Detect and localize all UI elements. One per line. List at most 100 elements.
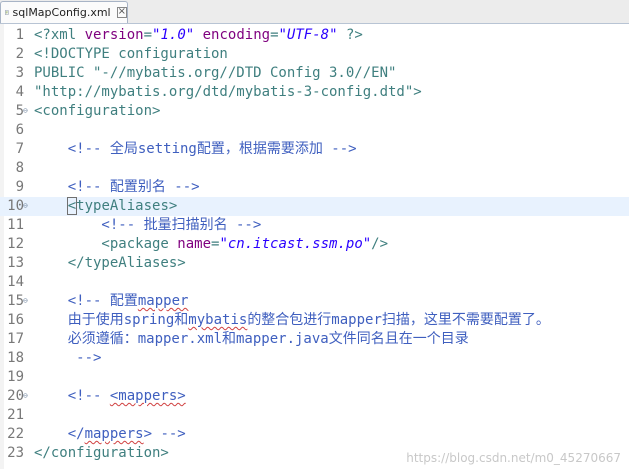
code-token: <mappers> bbox=[109, 388, 186, 404]
line-number: 19 bbox=[7, 369, 24, 385]
code-token: 的整合包进行mapper扫描，这里不需要配置了。 bbox=[247, 312, 550, 328]
code-token: </configuration> bbox=[34, 445, 169, 461]
code-line[interactable]: 12 <package name="cn.itcast.ssm.po"/> bbox=[0, 235, 629, 254]
code-line[interactable]: 4 "http://mybatis.org/dtd/mybatis-3-confi… bbox=[0, 83, 629, 102]
code-line[interactable]: 17 必须遵循：mapper.xml和mapper.java文件同名且在一个目录 bbox=[0, 330, 629, 349]
code-text: 必须遵循：mapper.xml和mapper.java文件同名且在一个目录 bbox=[34, 330, 469, 349]
code-line[interactable]: 10 ⊖ <typeAliases> bbox=[0, 197, 629, 216]
code-token: > --> bbox=[143, 426, 186, 442]
code-line[interactable]: 13 </typeAliases> bbox=[0, 254, 629, 273]
code-token: < bbox=[66, 197, 78, 215]
line-number: 10 bbox=[7, 198, 24, 214]
code-token: </ bbox=[34, 426, 85, 442]
code-text: <!-- <mappers> bbox=[34, 387, 186, 406]
code-token: encoding bbox=[202, 27, 271, 43]
code-token: /> bbox=[371, 236, 389, 252]
fold-toggle-icon[interactable]: ⊖ bbox=[23, 392, 31, 400]
code-line[interactable]: 8 bbox=[0, 159, 629, 178]
code-token: --> bbox=[34, 350, 102, 366]
code-line[interactable]: 14 bbox=[0, 273, 629, 292]
code-text: <package name="cn.itcast.ssm.po"/> bbox=[34, 235, 388, 254]
tab-sqlmapconfig[interactable]: sqlMapConfig.xml × bbox=[0, 1, 128, 23]
code-text: <typeAliases> bbox=[34, 197, 177, 216]
line-number: 4 bbox=[15, 84, 24, 100]
code-token: <!-- 全局setting配置，根据需要添加 --> bbox=[34, 141, 357, 157]
code-token: mapper bbox=[137, 293, 189, 309]
code-token: "http://mybatis.org/dtd/mybatis-3-config… bbox=[34, 84, 422, 100]
code-token: <configuration> bbox=[34, 103, 161, 119]
code-text: </typeAliases> bbox=[34, 254, 186, 273]
line-number: 16 bbox=[7, 312, 24, 328]
code-line[interactable]: 3 PUBLIC "-//mybatis.org//DTD Config 3.0/… bbox=[0, 64, 629, 83]
line-number: 18 bbox=[7, 350, 24, 366]
code-token: <package bbox=[34, 236, 178, 252]
line-number: 9 bbox=[15, 179, 24, 195]
code-text: <!DOCTYPE configuration bbox=[34, 45, 228, 64]
code-editor[interactable]: 1 <?xml version="1.0" encoding="UTF-8" ?>… bbox=[0, 24, 629, 469]
code-line[interactable]: 7 <!-- 全局setting配置，根据需要添加 --> bbox=[0, 140, 629, 159]
code-token: name bbox=[177, 236, 212, 252]
code-text: <!-- 全局setting配置，根据需要添加 --> bbox=[34, 140, 357, 159]
code-line[interactable]: 6 bbox=[0, 121, 629, 140]
xml-file-icon bbox=[5, 10, 9, 15]
close-icon[interactable]: × bbox=[116, 7, 127, 18]
code-token: </typeAliases> bbox=[34, 255, 186, 271]
editor-tab-bar: sqlMapConfig.xml × bbox=[0, 0, 629, 24]
line-number: 12 bbox=[7, 236, 24, 252]
line-number: 22 bbox=[7, 426, 24, 442]
code-text: </configuration> bbox=[34, 444, 169, 463]
code-text: <!-- 批量扫描别名 --> bbox=[34, 216, 261, 235]
code-text: --> bbox=[34, 349, 101, 368]
code-line[interactable]: 1 <?xml version="1.0" encoding="UTF-8" ?> bbox=[0, 26, 629, 45]
line-number: 21 bbox=[7, 407, 24, 423]
code-line[interactable]: 19 bbox=[0, 368, 629, 387]
code-token: <?xml bbox=[34, 27, 85, 43]
code-token: = bbox=[270, 27, 279, 43]
line-number: 2 bbox=[15, 46, 24, 62]
code-text: </mappers> --> bbox=[34, 425, 186, 444]
line-number: 1 bbox=[15, 27, 24, 43]
code-line[interactable]: 2 <!DOCTYPE configuration bbox=[0, 45, 629, 64]
code-token: 必须遵循：mapper.xml和mapper.java文件同名且在一个目录 bbox=[34, 331, 469, 347]
code-token: typeAliases> bbox=[76, 198, 178, 214]
fold-toggle-icon[interactable]: ⊖ bbox=[23, 297, 31, 305]
tab-label: sqlMapConfig.xml bbox=[12, 6, 111, 19]
line-number: 7 bbox=[15, 141, 24, 157]
code-line[interactable]: 15 ⊖ <!-- 配置mapper bbox=[0, 292, 629, 311]
code-line[interactable]: 16 由于使用spring和mybatis的整合包进行mapper扫描，这里不需… bbox=[0, 311, 629, 330]
code-line[interactable]: 5 ⊖ <configuration> bbox=[0, 102, 629, 121]
code-token: <!DOCTYPE configuration bbox=[34, 46, 228, 62]
line-number: 23 bbox=[7, 445, 24, 461]
watermark: https://blog.csdn.net/m0_45270667 bbox=[406, 451, 621, 465]
line-number: 14 bbox=[7, 274, 24, 290]
code-token: = bbox=[143, 27, 153, 43]
code-line[interactable]: 21 bbox=[0, 406, 629, 425]
code-token: version bbox=[84, 27, 144, 43]
code-line[interactable]: 9 <!-- 配置别名 --> bbox=[0, 178, 629, 197]
code-line[interactable]: 11 <!-- 批量扫描别名 --> bbox=[0, 216, 629, 235]
line-number: 11 bbox=[7, 217, 24, 233]
code-token: mappers bbox=[84, 426, 144, 442]
code-line[interactable]: 18 --> bbox=[0, 349, 629, 368]
code-token: ?> bbox=[337, 27, 363, 43]
fold-toggle-icon[interactable]: ⊖ bbox=[23, 202, 31, 210]
line-number: 13 bbox=[7, 255, 24, 271]
code-token: "1.0" bbox=[152, 27, 195, 43]
fold-toggle-icon[interactable]: ⊖ bbox=[23, 107, 31, 115]
code-token: 由于使用spring和 bbox=[34, 312, 189, 328]
code-text: PUBLIC "-//mybatis.org//DTD Config 3.0//… bbox=[34, 64, 396, 83]
code-text: <!-- 配置别名 --> bbox=[34, 178, 200, 197]
code-line[interactable]: 22 </mappers> --> bbox=[0, 425, 629, 444]
line-number: 8 bbox=[15, 160, 24, 176]
line-number: 6 bbox=[15, 122, 24, 138]
line-number: 17 bbox=[7, 331, 24, 347]
code-line[interactable]: 20 ⊖ <!-- <mappers> bbox=[0, 387, 629, 406]
code-token: <!-- bbox=[34, 388, 110, 404]
code-token: PUBLIC "-//mybatis.org//DTD Config 3.0//… bbox=[34, 65, 397, 81]
code-token: "cn.itcast.ssm.po" bbox=[219, 236, 372, 252]
code-text: <configuration> bbox=[34, 102, 160, 121]
code-token: "UTF-8" bbox=[278, 27, 338, 43]
line-number: 3 bbox=[15, 65, 24, 81]
line-number: 15 bbox=[7, 293, 24, 309]
